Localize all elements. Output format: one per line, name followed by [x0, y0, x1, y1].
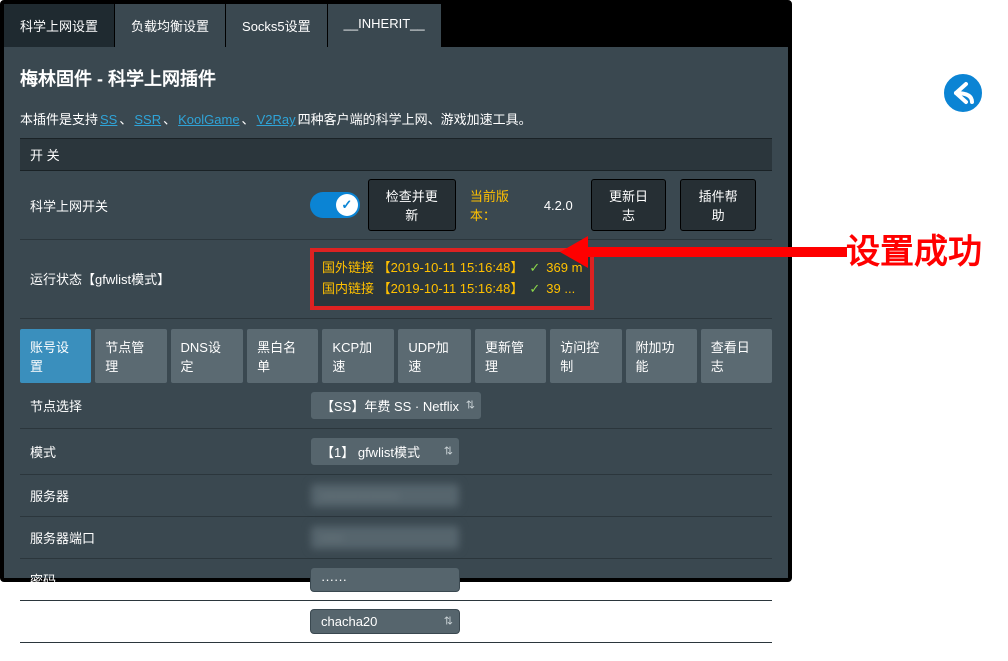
- password-input[interactable]: ······: [310, 567, 460, 592]
- help-back-icon[interactable]: [942, 72, 984, 114]
- subtab-extra[interactable]: 附加功能: [626, 329, 697, 383]
- top-tabbar: 科学上网设置 负载均衡设置 Socks5设置 __INHERIT__: [4, 4, 788, 47]
- tab-loadbalance[interactable]: 负载均衡设置: [115, 4, 226, 47]
- annotation-text: 设置成功: [846, 224, 982, 273]
- section-switch-header: 开 关: [20, 138, 772, 171]
- check-icon: ✓: [529, 281, 540, 296]
- chevron-updown-icon: ⇅: [444, 615, 453, 628]
- subtab-acl[interactable]: 访问控制: [550, 329, 621, 383]
- annotation-arrow: [560, 236, 847, 268]
- version-value: 4.2.0: [544, 198, 573, 213]
- subtab-dns[interactable]: DNS设定: [171, 329, 244, 383]
- link-koolgame[interactable]: KoolGame: [178, 112, 239, 127]
- node-select-label: 节点选择: [30, 396, 310, 415]
- chevron-updown-icon: ⇅: [466, 399, 475, 412]
- mode-label: 模式: [30, 442, 310, 461]
- runtime-label: 运行状态【gfwlist模式】: [20, 240, 300, 319]
- page-title: 梅林固件 - 科学上网插件: [20, 65, 772, 91]
- mode-select[interactable]: 【1】 gfwlist模式⇅: [310, 437, 460, 466]
- server-input[interactable]: ··················: [310, 483, 460, 508]
- changelog-button[interactable]: 更新日志: [591, 179, 667, 231]
- tab-socks5[interactable]: Socks5设置: [226, 4, 328, 47]
- status-box: 国外链接 【2019-10-11 15:16:48】✓369 m 国内链接 【2…: [310, 248, 594, 310]
- version-label: 当前版本：: [470, 186, 532, 224]
- tab-inherit[interactable]: __INHERIT__: [328, 4, 442, 47]
- tab-proxy-settings[interactable]: 科学上网设置: [4, 4, 115, 47]
- port-input[interactable]: ·····: [310, 525, 460, 550]
- check-update-button[interactable]: 检查并更新: [368, 179, 456, 231]
- proxy-toggle[interactable]: ✓: [310, 192, 360, 218]
- switch-label: 科学上网开关: [20, 171, 300, 240]
- link-ssr[interactable]: SSR: [134, 112, 161, 127]
- link-ss[interactable]: SS: [100, 112, 117, 127]
- encryption-select[interactable]: chacha20⇅: [310, 609, 460, 634]
- subtab-bar: 账号设置 节点管理 DNS设定 黑白名单 KCP加速 UDP加速 更新管理 访问…: [20, 329, 772, 383]
- encryption-label: 加密方式: [30, 612, 310, 631]
- status-domestic: 国内链接 【2019-10-11 15:16:48】✓39 ...: [322, 279, 582, 300]
- plugin-help-button[interactable]: 插件帮助: [680, 179, 756, 231]
- check-icon: ✓: [529, 260, 540, 275]
- subtab-udp[interactable]: UDP加速: [398, 329, 471, 383]
- chevron-updown-icon: ⇅: [444, 445, 453, 458]
- subtab-logs[interactable]: 查看日志: [701, 329, 772, 383]
- server-label: 服务器: [30, 486, 310, 505]
- subtab-kcp[interactable]: KCP加速: [322, 329, 394, 383]
- subtab-account[interactable]: 账号设置: [20, 329, 91, 383]
- node-select[interactable]: 【SS】年费 SS · Netflix⇅: [310, 391, 482, 420]
- link-v2ray[interactable]: V2Ray: [257, 112, 296, 127]
- status-foreign: 国外链接 【2019-10-11 15:16:48】✓369 m: [322, 258, 582, 279]
- subtab-update[interactable]: 更新管理: [475, 329, 546, 383]
- subtab-nodes[interactable]: 节点管理: [95, 329, 166, 383]
- subtab-bwlist[interactable]: 黑白名单: [247, 329, 318, 383]
- password-label: 密码: [30, 570, 310, 589]
- description: 本插件是支持SS、SSR、KoolGame、V2Ray四种客户端的科学上网、游戏…: [20, 109, 772, 128]
- check-icon: ✓: [341, 197, 352, 213]
- port-label: 服务器端口: [30, 528, 310, 547]
